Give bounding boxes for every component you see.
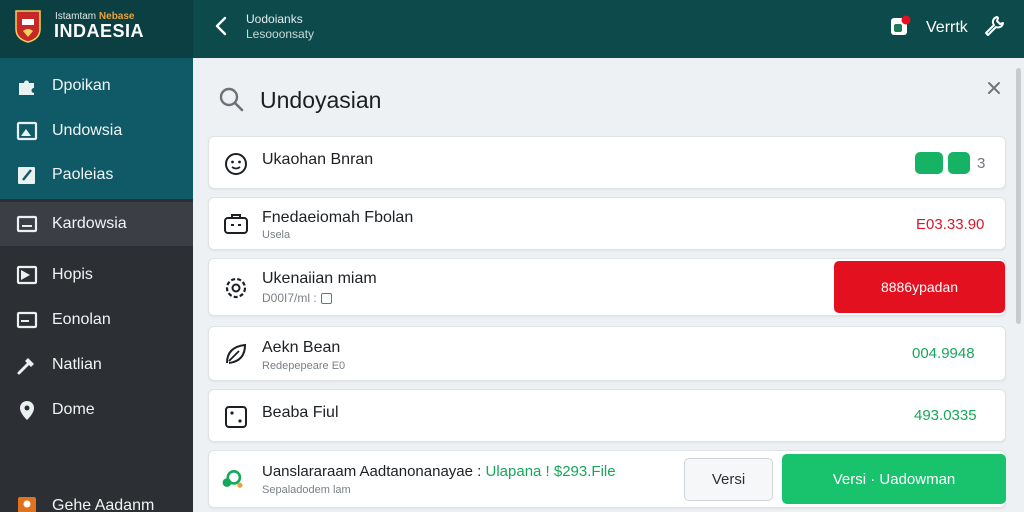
summary-card: Uanslararaam Aadtanonanayae : Ulapana ! … bbox=[208, 450, 1006, 508]
list-item-subtitle: Redepepeare E0 bbox=[262, 360, 346, 372]
list-item-count: 3 bbox=[977, 155, 986, 172]
list-item-title: Ukenaiian miam bbox=[262, 270, 377, 287]
tag-icon bbox=[320, 293, 332, 305]
list-item-title: Ukaohan Bnran bbox=[262, 151, 374, 168]
list-item-amount: E03.33.90 bbox=[916, 216, 985, 233]
sidebar-item-label: Undowsia bbox=[52, 122, 123, 139]
notification-icon[interactable] bbox=[889, 15, 911, 37]
tools-icon bbox=[17, 358, 34, 375]
sidebar-item-5[interactable]: Hopis bbox=[0, 253, 193, 297]
list-item-subtitle: Usela bbox=[262, 229, 291, 241]
list-item-amount: 493.0335 bbox=[914, 407, 977, 424]
brand[interactable]: Istamtam Nebase INDAESIA bbox=[0, 0, 193, 58]
list-item-subtitle: D00I7/ml : bbox=[262, 291, 332, 305]
list-item[interactable]: Aekn Bean Redepepeare E0 004.9948 bbox=[208, 326, 1006, 381]
sidebar-item-label: Natlian bbox=[52, 356, 102, 373]
sidebar-item-label: Gehe Aadanm bbox=[52, 497, 155, 512]
calendar-badge-icon[interactable] bbox=[948, 152, 970, 174]
face-icon bbox=[225, 153, 247, 175]
search-icon bbox=[219, 87, 244, 112]
leaf-icon bbox=[226, 343, 247, 364]
dice-icon bbox=[225, 406, 247, 428]
header-subtitle: Lesooonsaty bbox=[246, 27, 315, 41]
list-item-title: Fnedaeiomah Fbolan bbox=[262, 209, 414, 226]
brand-logo-icon bbox=[15, 10, 41, 43]
green-badge-icon[interactable] bbox=[915, 152, 943, 174]
card-icon bbox=[16, 311, 38, 329]
sidebar-item-6[interactable]: Eonolan bbox=[0, 298, 193, 342]
back-arrow-icon[interactable] bbox=[210, 14, 234, 38]
list-item[interactable]: Fnedaeiomah Fbolan Usela E03.33.90 bbox=[208, 197, 1006, 250]
search-input[interactable] bbox=[260, 84, 760, 116]
flag-icon bbox=[16, 265, 38, 285]
user-name[interactable]: Verrtk bbox=[926, 19, 968, 37]
location-pin-icon bbox=[20, 401, 34, 420]
secondary-button[interactable]: Versi bbox=[684, 458, 773, 501]
gear-icon bbox=[225, 277, 247, 299]
brand-name: INDAESIA bbox=[54, 21, 145, 41]
sidebar-item-label: Hopis bbox=[52, 266, 93, 283]
sidebar-item-4[interactable]: Kardowsia bbox=[0, 202, 193, 246]
scrollbar-thumb[interactable] bbox=[1016, 68, 1021, 324]
action-button[interactable]: 8886ypadan bbox=[834, 261, 1005, 313]
list-item[interactable]: Ukaohan Bnran 3 bbox=[208, 136, 1006, 189]
sidebar-item-1[interactable]: Dpoikan bbox=[0, 64, 193, 108]
sidebar-item-7[interactable]: Natlian bbox=[0, 343, 193, 387]
image-icon bbox=[16, 121, 38, 141]
list-item-title: Beaba Fiul bbox=[262, 404, 339, 421]
sidebar-item-label: Dpoikan bbox=[52, 77, 111, 94]
summary-title: Uanslararaam Aadtanonanayae : Ulapana ! … bbox=[262, 463, 616, 480]
profile-icon bbox=[18, 497, 36, 512]
sidebar-item-2[interactable]: Undowsia bbox=[0, 109, 193, 153]
list-item-title: Aekn Bean bbox=[262, 339, 341, 356]
summary-subtitle: Sepaladodem lam bbox=[262, 484, 351, 496]
puzzle-icon bbox=[19, 80, 34, 95]
sidebar-item-3[interactable]: Paoleias bbox=[0, 153, 193, 197]
top-bar: Istamtam Nebase INDAESIA Uodoianks Lesoo… bbox=[0, 0, 1024, 58]
monitor-icon bbox=[16, 215, 38, 233]
sidebar-item-label: Eonolan bbox=[52, 311, 111, 328]
sidebar-item-label: Paoleias bbox=[52, 166, 114, 183]
header-title: Uodoianks bbox=[246, 12, 303, 26]
list-item[interactable]: Ukenaiian miam D00I7/ml : 8886ypadan bbox=[208, 258, 1006, 316]
coins-icon bbox=[222, 470, 243, 488]
wrench-icon[interactable] bbox=[982, 14, 1006, 38]
sidebar-item-label: Dome bbox=[52, 401, 95, 418]
briefcase-icon bbox=[224, 214, 248, 234]
close-icon[interactable] bbox=[984, 78, 1004, 98]
sidebar-item-9[interactable]: Gehe Aadanm bbox=[0, 484, 193, 512]
sidebar-item-label: Kardowsia bbox=[52, 215, 127, 232]
primary-button[interactable]: Versi · Uadowman bbox=[782, 454, 1006, 504]
list-item-amount: 004.9948 bbox=[912, 345, 975, 362]
sidebar-item-8[interactable]: Dome bbox=[0, 388, 193, 432]
edit-icon bbox=[18, 167, 35, 184]
list-item[interactable]: Beaba Fiul 493.0335 bbox=[208, 389, 1006, 442]
